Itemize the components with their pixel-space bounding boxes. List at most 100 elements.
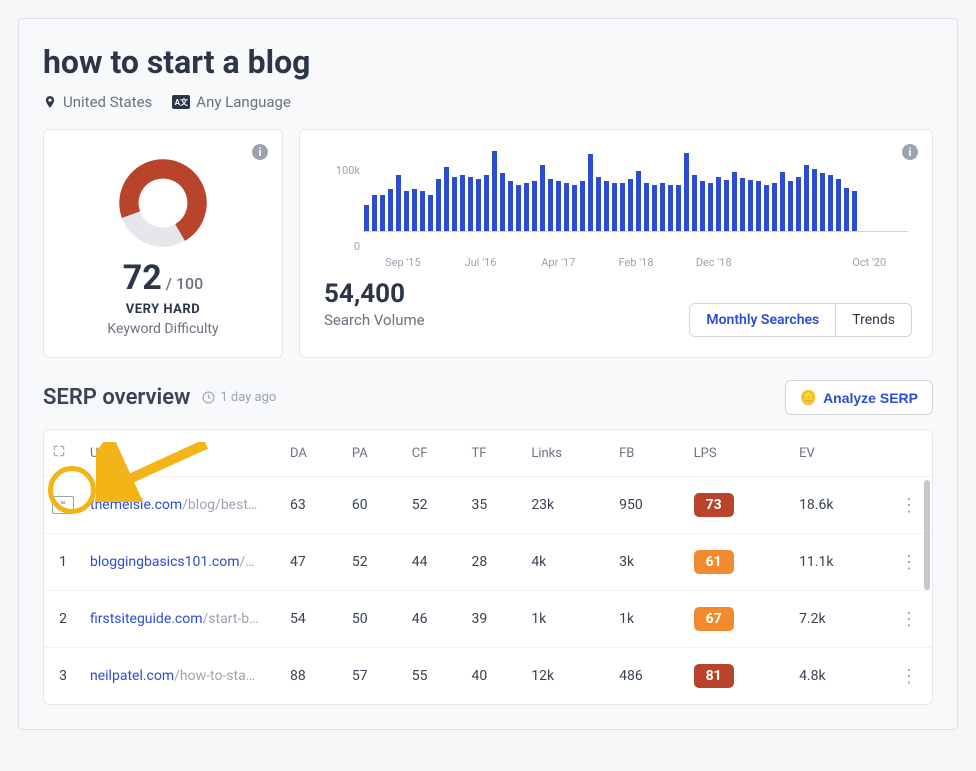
meta-row: United States A文 Any Language: [43, 93, 933, 111]
lps-badge: 73: [694, 493, 734, 517]
cell-cf: 52: [404, 477, 464, 534]
serp-url[interactable]: bloggingbasics101.com/…: [90, 554, 274, 570]
col-da[interactable]: DA: [282, 430, 344, 477]
volume-bar: [684, 153, 689, 231]
cell-ev: 18.6k: [791, 477, 886, 534]
col-links[interactable]: Links: [523, 430, 611, 477]
volume-bar: [492, 151, 497, 231]
col-lps[interactable]: LPS: [686, 430, 791, 477]
volume-bar: [788, 181, 793, 231]
cell-links: 23k: [523, 477, 611, 534]
col-pa[interactable]: PA: [344, 430, 404, 477]
cell-da: 54: [282, 591, 344, 648]
kd-label: VERY HARD: [68, 302, 258, 317]
volume-bar: [724, 180, 729, 231]
cell-cf: 55: [404, 648, 464, 705]
volume-bar: [484, 175, 489, 231]
volume-bar: [652, 185, 657, 231]
location-text: United States: [63, 93, 152, 111]
row-more-button[interactable]: ⋮: [894, 666, 924, 687]
volume-bar: [428, 195, 433, 231]
volume-bar: [500, 173, 505, 231]
volume-bar: [572, 185, 577, 231]
volume-bar: [436, 179, 441, 231]
volume-bar: [828, 175, 833, 231]
cell-pa: 60: [344, 477, 404, 534]
row-more-button[interactable]: ⋮: [894, 552, 924, 573]
serp-table: URL DA PA CF TF Links FB LPS EV ❝ themeis…: [43, 429, 933, 705]
col-fb[interactable]: FB: [611, 430, 686, 477]
table-row: ❝themeisle.com/blog/best…6360523523k9507…: [44, 477, 932, 534]
clock-icon: [202, 391, 215, 404]
cell-tf: 35: [464, 477, 524, 534]
volume-bar: [388, 189, 393, 231]
analyze-serp-label: Analyze SERP: [823, 390, 918, 406]
volume-bar: [580, 181, 585, 231]
ytick-max: 100k: [324, 164, 360, 177]
volume-bar: [820, 173, 825, 231]
volume-bar: [532, 181, 537, 231]
rank-number: 2: [59, 611, 67, 627]
volume-bar: [604, 181, 609, 231]
serp-url[interactable]: neilpatel.com/how-to-sta…: [90, 668, 274, 684]
serp-time-ago-text: 1 day ago: [220, 390, 276, 405]
row-more-button[interactable]: ⋮: [894, 495, 924, 516]
scrollbar-thumb[interactable]: [924, 480, 930, 590]
col-ev[interactable]: EV: [791, 430, 886, 477]
volume-bar: [836, 179, 841, 231]
volume-bar: [380, 195, 385, 231]
toggle-trends[interactable]: Trends: [835, 304, 911, 336]
xtick: Feb '18: [597, 256, 675, 269]
cell-tf: 40: [464, 648, 524, 705]
volume-chart: 100k 0: [364, 150, 908, 250]
volume-bar: [852, 191, 857, 231]
volume-bar: [772, 183, 777, 231]
language-filter[interactable]: A文 Any Language: [172, 93, 291, 111]
col-cf[interactable]: CF: [404, 430, 464, 477]
rank-number: 3: [59, 668, 67, 684]
row-more-button[interactable]: ⋮: [894, 609, 924, 630]
volume-bar: [636, 171, 641, 231]
volume-bar: [796, 177, 801, 231]
volume-bar: [460, 175, 465, 231]
volume-bar: [372, 195, 377, 231]
volume-bar: [444, 167, 449, 231]
volume-bar: [596, 177, 601, 231]
lps-badge: 81: [694, 664, 734, 688]
table-row: 1bloggingbasics101.com/…475244284k3k6111…: [44, 534, 932, 591]
cell-cf: 44: [404, 534, 464, 591]
volume-bar: [540, 165, 545, 231]
serp-url[interactable]: firstsiteguide.com/start-b…: [90, 611, 274, 627]
volume-bar: [404, 191, 409, 231]
cell-fb: 950: [611, 477, 686, 534]
volume-bar: [756, 181, 761, 231]
featured-snippet-icon: ❝: [52, 496, 74, 514]
volume-bar: [548, 179, 553, 231]
scrollbar[interactable]: [924, 480, 930, 696]
cell-fb: 486: [611, 648, 686, 705]
col-url[interactable]: URL: [82, 430, 282, 477]
volume-bar: [516, 185, 521, 231]
cell-ev: 11.1k: [791, 534, 886, 591]
volume-bar: [564, 183, 569, 231]
xtick: Jul '16: [442, 256, 520, 269]
language-text: Any Language: [196, 93, 291, 111]
volume-bar: [716, 177, 721, 231]
serp-section-title: SERP overview: [43, 385, 190, 410]
analyze-serp-button[interactable]: 🪙 Analyze SERP: [785, 380, 933, 415]
location-filter[interactable]: United States: [43, 93, 152, 111]
expand-column-header[interactable]: [44, 430, 82, 477]
volume-bar: [708, 183, 713, 231]
toggle-monthly-searches[interactable]: Monthly Searches: [690, 304, 835, 336]
info-icon[interactable]: i: [252, 144, 268, 160]
lps-badge: 61: [694, 550, 734, 574]
kd-max: / 100: [166, 274, 204, 293]
table-row: 3neilpatel.com/how-to-sta…8857554012k486…: [44, 648, 932, 705]
volume-bar: [740, 178, 745, 231]
serp-url[interactable]: themeisle.com/blog/best…: [90, 497, 274, 513]
col-tf[interactable]: TF: [464, 430, 524, 477]
volume-bar: [476, 179, 481, 231]
cell-cf: 46: [404, 591, 464, 648]
cell-links: 1k: [523, 591, 611, 648]
cell-da: 88: [282, 648, 344, 705]
